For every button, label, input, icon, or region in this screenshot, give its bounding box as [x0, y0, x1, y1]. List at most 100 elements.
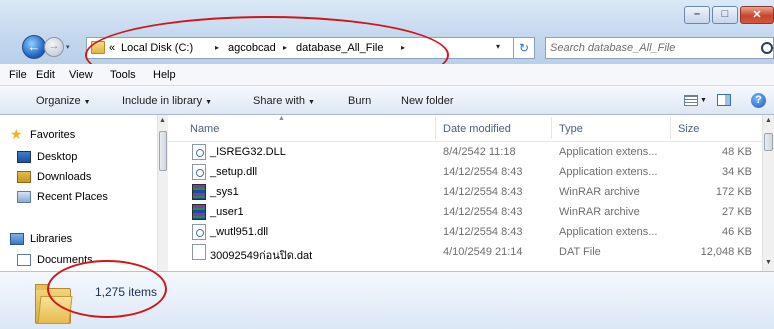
menu-bar: File Edit View Tools Help [0, 64, 774, 86]
file-row[interactable]: _setup.dll 14/12/2554 8:43 Application ext… [168, 162, 762, 182]
include-in-library-button[interactable]: Include in library ▼ [122, 95, 212, 107]
column-date-modified[interactable]: Date modified [443, 123, 511, 135]
include-in-library-label: Include in library [122, 95, 203, 107]
file-type: Application extens... [559, 146, 658, 158]
downloads-icon [17, 171, 31, 183]
nav-desktop-label: Desktop [37, 151, 78, 163]
nav-documents[interactable]: Documents [17, 252, 147, 270]
menu-file[interactable]: File [9, 69, 27, 81]
chevron-down-icon: ▼ [83, 99, 91, 106]
command-bar: Organize ▼ Include in library ▼ Share with… [0, 86, 774, 115]
nav-favorites[interactable]: ★ Favorites [10, 126, 150, 145]
help-icon[interactable]: ? [751, 93, 766, 108]
breadcrumb-agcobcad[interactable]: agcobcad [228, 42, 276, 54]
column-divider[interactable] [435, 117, 436, 139]
breadcrumb-separator-icon[interactable]: ▸ [215, 43, 219, 52]
file-name: _wutl951.dll [210, 226, 269, 238]
nav-downloads[interactable]: Downloads [17, 169, 147, 187]
nav-favorites-label: Favorites [30, 129, 76, 141]
breadcrumb-separator-icon[interactable]: ▸ [283, 43, 287, 52]
address-overflow-button[interactable]: « [109, 42, 115, 54]
file-row[interactable]: _wutl951.dll 14/12/2554 8:43 Application e… [168, 222, 762, 242]
organize-button[interactable]: Organize ▼ [36, 95, 91, 107]
breadcrumb-separator-icon[interactable]: ▸ [401, 43, 405, 52]
address-dropdown-icon[interactable]: ▾ [496, 42, 500, 51]
scroll-up-icon[interactable]: ▲ [159, 117, 166, 124]
search-icon[interactable] [761, 42, 773, 54]
dll-icon [192, 224, 206, 240]
chevron-down-icon: ▼ [205, 99, 213, 106]
file-date-modified: 14/12/2554 8:43 [443, 186, 523, 198]
refresh-button[interactable]: ↻ [513, 37, 535, 59]
file-type: WinRAR archive [559, 186, 640, 198]
view-options-icon[interactable] [684, 95, 698, 106]
folder-icon [91, 41, 105, 54]
scroll-down-icon[interactable]: ▼ [765, 259, 772, 266]
back-button[interactable]: ← [22, 35, 46, 59]
column-divider[interactable] [670, 117, 671, 139]
maximize-button[interactable]: □ [712, 6, 738, 24]
recent-pages-dropdown[interactable]: ▾ [66, 43, 70, 51]
scroll-thumb[interactable] [764, 133, 773, 151]
file-size: 46 KB [722, 226, 752, 238]
menu-view[interactable]: View [69, 69, 93, 81]
libraries-icon [10, 233, 24, 245]
column-size[interactable]: Size [678, 123, 699, 135]
column-type[interactable]: Type [559, 123, 583, 135]
minimize-button[interactable]: – [684, 6, 710, 24]
nav-recent-places[interactable]: Recent Places [17, 189, 147, 207]
menu-edit[interactable]: Edit [36, 69, 55, 81]
breadcrumb-local-disk[interactable]: Local Disk (C:) [121, 42, 193, 54]
close-button[interactable]: ✕ [740, 6, 774, 24]
file-row[interactable]: _sys1 14/12/2554 8:43 WinRAR archive 172 KB [168, 182, 762, 202]
nav-libraries[interactable]: Libraries [10, 231, 150, 249]
scroll-thumb[interactable] [159, 131, 167, 171]
folder-front [37, 296, 73, 324]
share-with-button[interactable]: Share with ▼ [253, 95, 315, 107]
file-row[interactable]: _ISREG32.DLL 8/4/2542 11:18 Application ex… [168, 142, 762, 162]
file-name: _ISREG32.DLL [210, 146, 286, 158]
burn-button[interactable]: Burn [348, 95, 371, 107]
preview-pane-icon[interactable] [717, 94, 731, 106]
folder-tab [35, 284, 49, 290]
recent-places-icon [17, 191, 31, 203]
nav-desktop[interactable]: Desktop [17, 149, 147, 167]
nav-documents-label: Documents [37, 254, 93, 266]
file-list-scrollbar[interactable]: ▲ ▼ [762, 115, 774, 271]
chevron-down-icon: ▼ [307, 99, 315, 106]
search-input[interactable] [550, 40, 750, 55]
search-box[interactable] [545, 37, 774, 59]
new-folder-button[interactable]: New folder [401, 95, 454, 107]
chevron-down-icon[interactable]: ▼ [700, 97, 707, 104]
menu-help[interactable]: Help [153, 69, 176, 81]
nav-pane-scrollbar[interactable]: ▲ [157, 115, 168, 271]
file-date-modified: 4/10/2549 21:14 [443, 246, 523, 258]
file-row[interactable]: 30092549ก่อนปิด.dat 4/10/2549 21:14 DAT Fi… [168, 242, 762, 262]
file-type: WinRAR archive [559, 206, 640, 218]
file-name: _user1 [210, 206, 244, 218]
file-list: ▲ Name Date modified Type Size _ISREG32.… [168, 115, 774, 271]
column-name[interactable]: Name [190, 123, 219, 135]
maximize-icon: □ [721, 8, 729, 20]
forward-arrow-icon: → [48, 40, 60, 52]
file-date-modified: 8/4/2542 11:18 [443, 146, 516, 158]
forward-button[interactable]: → [44, 37, 64, 57]
scroll-up-icon[interactable]: ▲ [765, 117, 772, 124]
menu-tools[interactable]: Tools [110, 69, 136, 81]
file-size: 172 KB [715, 186, 752, 198]
file-date-modified: 14/12/2554 8:43 [443, 166, 523, 178]
address-bar[interactable]: « Local Disk (C:) ▸ agcobcad ▸ database_… [86, 37, 514, 59]
file-size: 12,048 KB [700, 246, 752, 258]
column-divider[interactable] [551, 117, 552, 139]
breadcrumb-database-all-file[interactable]: database_All_File [296, 42, 383, 54]
details-pane: 1,275 items [0, 271, 774, 329]
file-name: _setup.dll [210, 166, 258, 178]
file-size: 34 KB [722, 166, 752, 178]
file-size: 48 KB [722, 146, 752, 158]
star-icon: ★ [10, 126, 23, 142]
organize-label: Organize [36, 95, 81, 107]
documents-icon [17, 254, 31, 266]
file-row[interactable]: _user1 14/12/2554 8:43 WinRAR archive 27 KB [168, 202, 762, 222]
dll-icon [192, 164, 206, 180]
file-type: Application extens... [559, 226, 658, 238]
